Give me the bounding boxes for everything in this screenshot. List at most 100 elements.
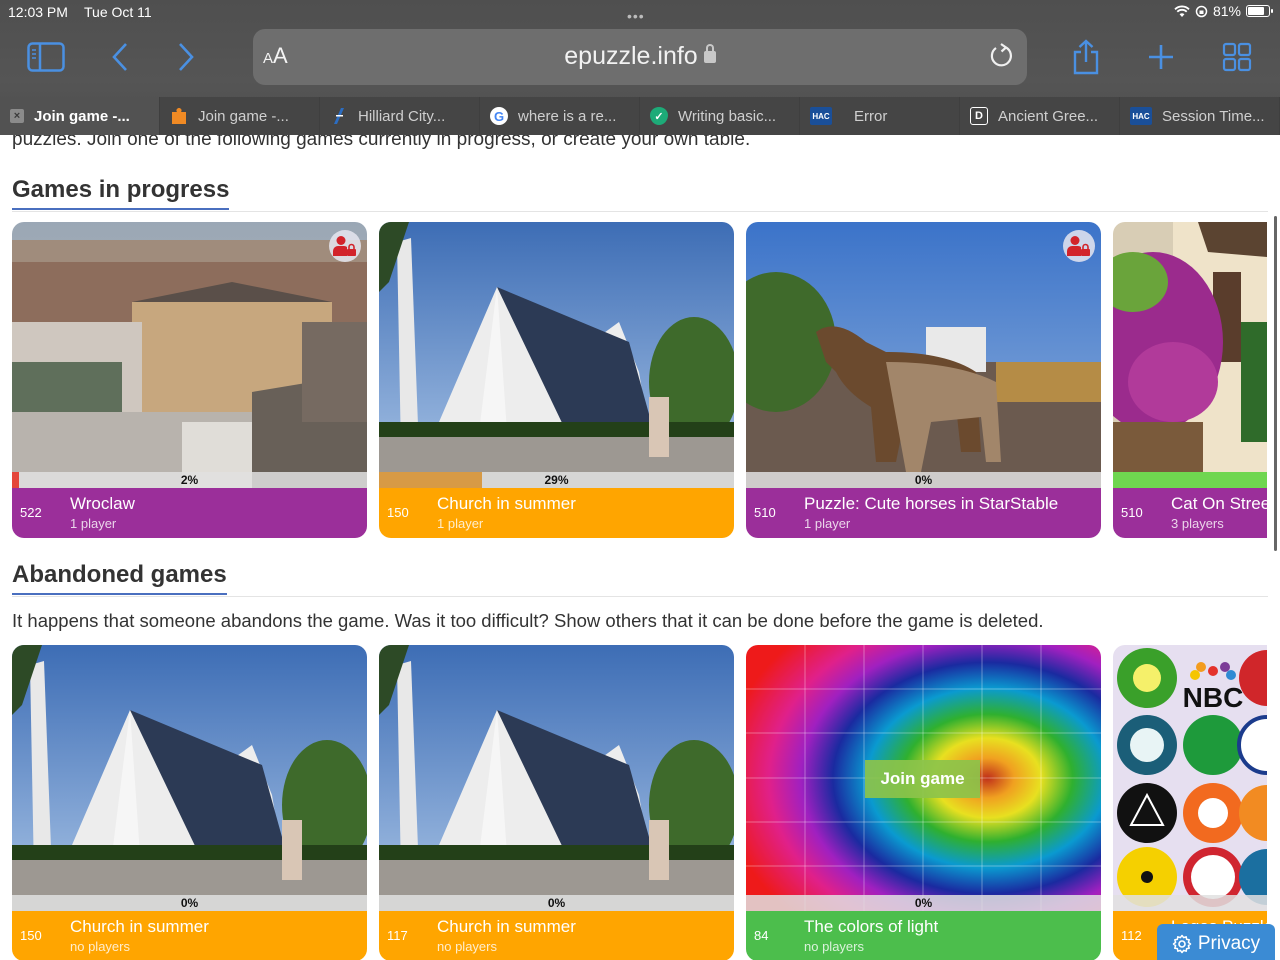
player-count: 3 players [1171, 516, 1224, 531]
abandoned-card-church-117[interactable]: 0% 117 Church in summer no players [379, 645, 734, 960]
piece-count: 522 [20, 505, 42, 520]
forward-button[interactable] [166, 40, 206, 74]
progress-bar [1113, 895, 1267, 911]
status-indicators: 81% [1174, 3, 1273, 19]
in-progress-row: 2% 522 Wroclaw 1 player 29% 150 Church i… [12, 222, 1267, 538]
player-count: no players [804, 939, 864, 954]
user-lock-icon [1067, 236, 1090, 256]
orientation-lock-icon [1195, 5, 1208, 17]
puzzle-thumbnail [746, 222, 1101, 488]
multitasking-dots-icon[interactable]: ••• [627, 8, 645, 24]
abandoned-card-colors-of-light[interactable]: Join game 0% 84 The colors of light no p… [746, 645, 1101, 960]
puzzle-thumbnail [12, 645, 367, 911]
game-card-church-in-summer[interactable]: 29% 150 Church in summer 1 player [379, 222, 734, 538]
tab-writing-basic[interactable]: ✓ Writing basic... [640, 97, 800, 135]
sidebar-toggle-button[interactable] [26, 40, 66, 74]
url-text[interactable]: epuzzle.info [253, 42, 1027, 71]
share-button[interactable] [1066, 39, 1106, 75]
game-card-cute-horses[interactable]: 0% 510 Puzzle: Cute horses in StarStable… [746, 222, 1101, 538]
tab-session-timeout[interactable]: HAC Session Time... [1120, 97, 1280, 135]
card-title: Church in summer [437, 917, 576, 936]
tab-google-search[interactable]: G where is a re... [480, 97, 640, 135]
card-title: Church in summer [70, 917, 209, 936]
privacy-button[interactable]: Privacy [1157, 924, 1275, 960]
tab-error[interactable]: HAC Error [800, 97, 960, 135]
card-footer: 84 The colors of light no players [746, 911, 1101, 960]
card-title: Puzzle: Cute horses in StarStable [804, 494, 1059, 513]
tab-bar: × Join game -... Join game -... Hilliard… [0, 97, 1280, 135]
card-title: The colors of light [804, 917, 939, 936]
tab-label: Join game -... [34, 107, 130, 125]
card-footer: 150 Church in summer 1 player [379, 488, 734, 538]
plus-icon [1149, 45, 1173, 69]
piece-count: 510 [754, 505, 776, 520]
piece-count: 84 [754, 928, 769, 943]
progress-bar: 0% [379, 895, 734, 911]
tab-label: where is a re... [518, 107, 617, 125]
progress-label: 0% [914, 473, 933, 487]
player-count: no players [437, 939, 497, 954]
tab-hilliard-city[interactable]: Hilliard City... [320, 97, 480, 135]
player-count: 1 player [437, 516, 484, 531]
battery-icon [1246, 5, 1273, 17]
browser-toolbar: AA epuzzle.info [0, 28, 1280, 88]
abandoned-card-logos[interactable]: NBC 112 Logos Puzzle [1113, 645, 1267, 960]
progress-bar: 2% [12, 472, 367, 488]
wifi-icon [1174, 5, 1190, 17]
tab-join-game[interactable]: Join game -... [160, 97, 320, 135]
page-scrollbar[interactable] [1274, 216, 1277, 551]
d-icon: D [970, 107, 988, 125]
puzzle-thumbnail [379, 222, 734, 488]
puzzle-thumbnail [1113, 222, 1267, 488]
abandoned-card-church-150[interactable]: 0% 150 Church in summer no players [12, 645, 367, 960]
page-content: puzzles. Join one of the following games… [0, 126, 1280, 960]
private-game-badge [1063, 230, 1095, 262]
tab-join-game-active[interactable]: × Join game -... [0, 97, 160, 135]
card-title: Wroclaw [70, 494, 135, 513]
gear-icon [1172, 934, 1192, 954]
back-button[interactable] [100, 40, 140, 74]
card-title: Church in summer [437, 494, 576, 513]
battery-level [1248, 7, 1265, 15]
tab-overview-button[interactable] [1217, 40, 1257, 74]
reload-button[interactable] [987, 41, 1017, 71]
player-count: 1 player [804, 516, 851, 531]
tab-ancient-greece[interactable]: D Ancient Gree... [960, 97, 1120, 135]
progress-label: 0% [180, 896, 199, 910]
chevron-right-icon [179, 43, 194, 71]
privacy-label: Privacy [1197, 933, 1261, 954]
progress-label: 29% [544, 473, 569, 487]
puzzle-thumbnail [379, 645, 734, 911]
puzzle-thumbnail: NBC [1113, 645, 1267, 911]
card-title: Cat On Stree [1171, 494, 1267, 513]
section-title: Abandoned games [12, 561, 227, 595]
browser-chrome: 12:03 PM Tue Oct 11 ••• 81% AA epuzzle.i… [0, 0, 1280, 135]
share-icon [1073, 39, 1099, 75]
piece-count: 150 [387, 505, 409, 520]
player-count: 1 player [70, 516, 117, 531]
card-footer: 510 Cat On Stree 3 players [1113, 488, 1267, 538]
progress-bar: 0% [12, 895, 367, 911]
hilliard-icon [330, 107, 348, 125]
new-tab-button[interactable] [1141, 40, 1181, 74]
progress-label: 0% [914, 896, 933, 910]
game-card-cat-on-street[interactable]: 510 Cat On Stree 3 players [1113, 222, 1267, 538]
grid-icon [1222, 42, 1252, 72]
nbc-logo-text: NBC [1183, 682, 1244, 713]
abandoned-description: It happens that someone abandons the gam… [12, 610, 1044, 631]
game-card-wroclaw[interactable]: 2% 522 Wroclaw 1 player [12, 222, 367, 538]
abandoned-row: 0% 150 Church in summer no players 0% 11… [12, 645, 1267, 960]
join-game-button[interactable]: Join game [865, 760, 980, 798]
close-icon[interactable]: × [10, 109, 24, 123]
address-bar[interactable]: AA epuzzle.info [253, 29, 1027, 85]
progress-fill [1113, 472, 1267, 488]
chevron-left-icon [112, 43, 127, 71]
abandoned-games-header: Abandoned games [12, 561, 1268, 597]
google-icon: G [490, 107, 508, 125]
piece-count: 150 [20, 928, 42, 943]
piece-count: 112 [1121, 928, 1142, 943]
card-footer: 150 Church in summer no players [12, 911, 367, 960]
tab-label: Writing basic... [678, 107, 777, 125]
piece-count: 510 [1121, 505, 1143, 520]
card-footer: 510 Puzzle: Cute horses in StarStable 1 … [746, 488, 1101, 538]
